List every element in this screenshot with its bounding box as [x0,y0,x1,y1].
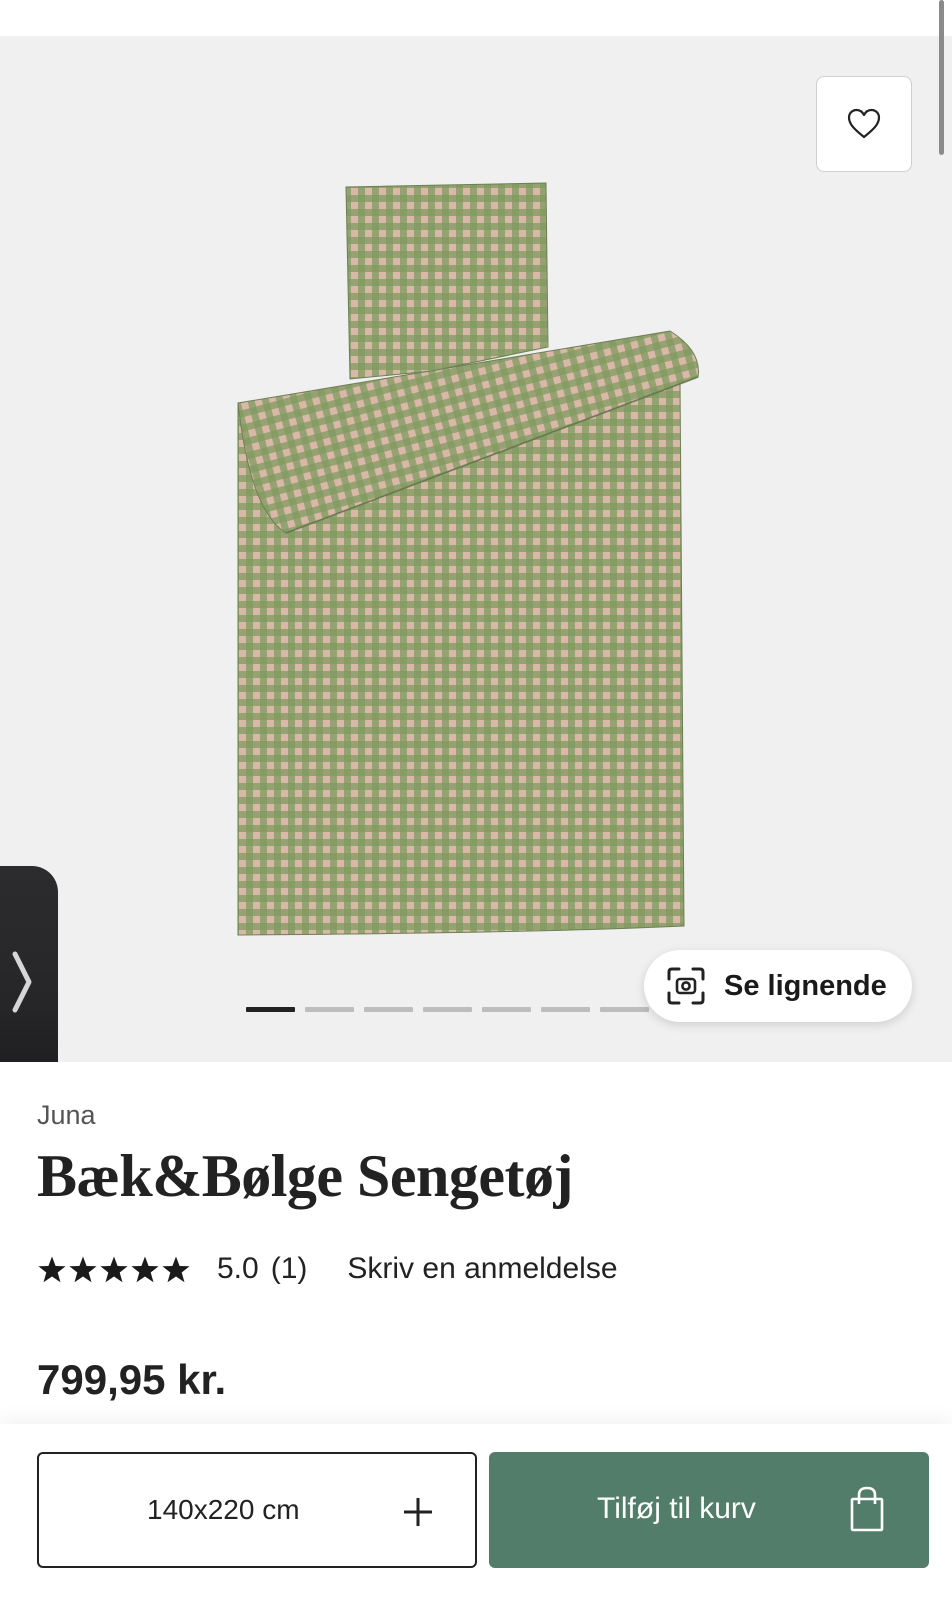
star-icon [38,1256,66,1282]
add-to-cart-label: Tilføj til kurv [597,1492,756,1525]
star-icon [100,1256,128,1282]
star-icon [131,1256,159,1282]
see-similar-label: Se lignende [724,969,887,1002]
top-bar [0,0,952,36]
product-image[interactable] [232,181,718,956]
visual-search-icon [667,967,705,1005]
gallery-dot[interactable] [305,1007,354,1012]
star-rating[interactable] [37,1255,191,1284]
product-title: Bæk&Bølge Sengetøj [37,1143,573,1209]
add-to-cart-button[interactable]: Tilføj til kurv [489,1452,929,1568]
gallery-dot[interactable] [541,1007,590,1012]
product-page: Se lignende Juna Bæk&Bølge Sengetøj 5.0 … [0,0,952,1600]
pillow [345,182,549,380]
shopping-bag-icon [850,1486,884,1532]
gallery-pagination[interactable] [246,1007,708,1012]
review-count: (1) [270,1252,308,1285]
brand-link[interactable]: Juna [37,1100,96,1131]
purchase-bar: 140x220 cm Tilføj til kurv [0,1424,952,1600]
gallery-dot[interactable] [364,1007,413,1012]
gallery-dot[interactable] [482,1007,531,1012]
chevron-right-icon [12,951,32,1013]
rating-row: 5.0 (1) Skriv en anmeldelse [37,1252,618,1286]
rating-value: 5.0 [217,1252,259,1285]
product-price: 799,95 kr. [37,1356,227,1403]
write-review-link[interactable]: Skriv en anmeldelse [347,1252,617,1286]
heart-outline-icon [847,108,881,139]
star-icon [69,1256,97,1282]
product-info: Juna Bæk&Bølge Sengetøj 5.0 (1) Skriv en… [0,1062,952,1422]
scrollbar[interactable] [939,0,944,155]
product-gallery[interactable]: Se lignende [0,36,952,1062]
size-value: 140x220 cm [147,1494,300,1525]
gallery-dot[interactable] [423,1007,472,1012]
gallery-dot[interactable] [600,1007,649,1012]
star-icon [162,1256,190,1282]
see-similar-button[interactable]: Se lignende [644,950,912,1022]
size-selector[interactable]: 140x220 cm [37,1452,477,1568]
wishlist-button[interactable] [816,76,912,172]
plus-icon [404,1498,432,1526]
gallery-dot[interactable] [246,1007,295,1012]
